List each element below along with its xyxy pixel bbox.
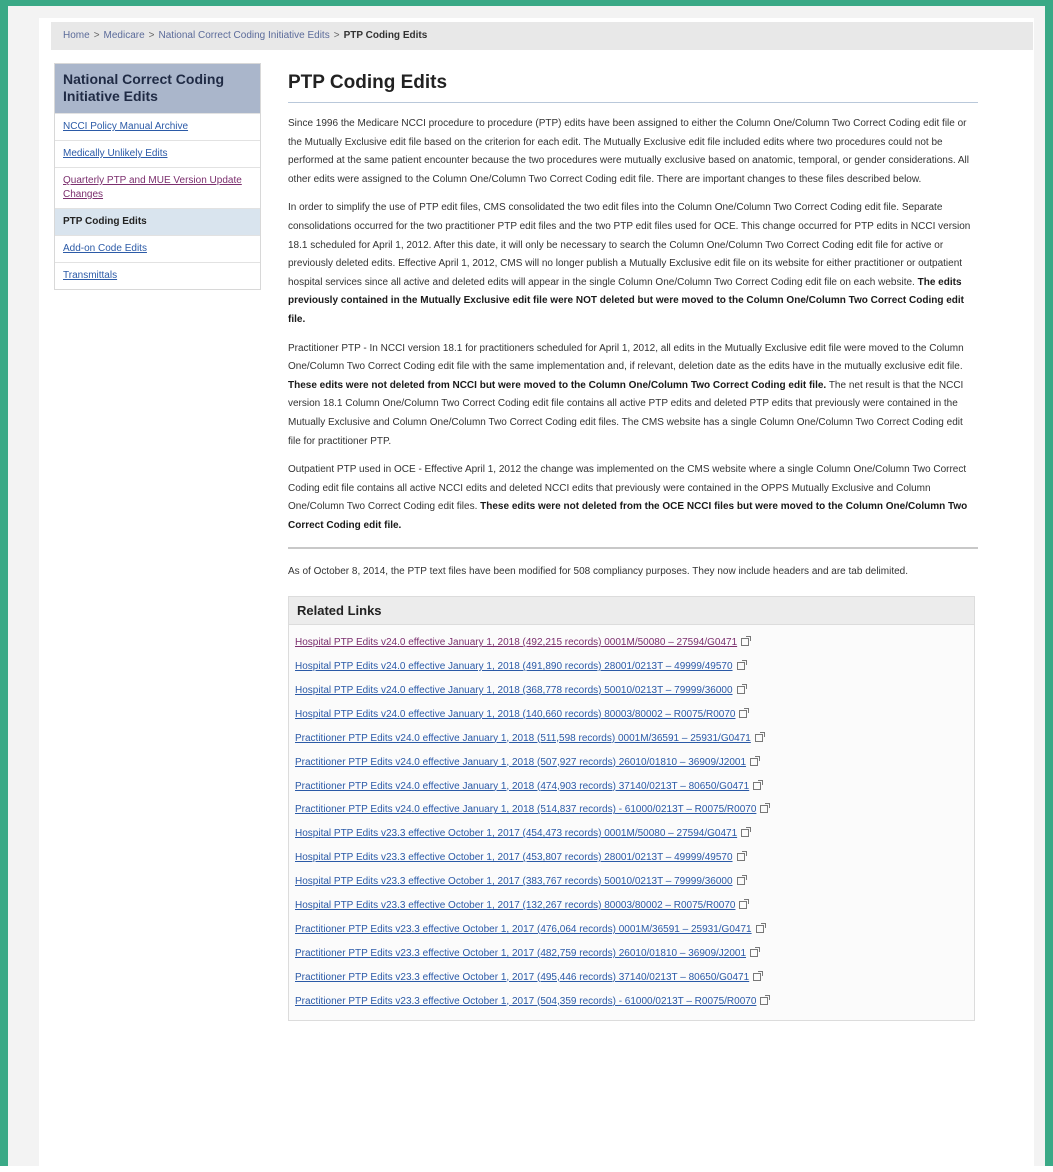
- sidebar-item-medically-unlikely-edits[interactable]: Medically Unlikely Edits: [55, 140, 260, 167]
- related-link[interactable]: Practitioner PTP Edits v23.3 effective O…: [295, 948, 746, 959]
- external-link-icon: [753, 779, 764, 790]
- related-link-item: Hospital PTP Edits v23.3 effective Octob…: [295, 870, 974, 894]
- breadcrumb-separator: >: [333, 30, 340, 41]
- related-link-item: Hospital PTP Edits v24.0 effective Janua…: [295, 631, 974, 655]
- sidebar-item-label: PTP Coding Edits: [63, 216, 147, 227]
- related-link[interactable]: Practitioner PTP Edits v24.0 effective J…: [295, 733, 751, 744]
- related-link-item: Hospital PTP Edits v24.0 effective Janua…: [295, 655, 974, 679]
- external-link-icon: [741, 827, 752, 838]
- external-link-icon: [750, 946, 761, 957]
- external-link-icon: [750, 755, 761, 766]
- sidebar-item-ptp-coding-edits[interactable]: PTP Coding Edits: [55, 208, 260, 235]
- related-links-list: Hospital PTP Edits v24.0 effective Janua…: [289, 625, 974, 1020]
- sidebar-item-label[interactable]: NCCI Policy Manual Archive: [63, 121, 188, 132]
- breadcrumb-separator: >: [93, 30, 100, 41]
- related-link[interactable]: Hospital PTP Edits v24.0 effective Janua…: [295, 637, 737, 648]
- related-links-panel: Related Links Hospital PTP Edits v24.0 e…: [288, 596, 975, 1021]
- breadcrumb-current: PTP Coding Edits: [343, 30, 428, 41]
- consolidation-text: In order to simplify the use of PTP edit…: [288, 202, 971, 288]
- compliancy-paragraph: As of October 8, 2014, the PTP text file…: [288, 566, 908, 578]
- sidebar-item-policy-manual-archive[interactable]: NCCI Policy Manual Archive: [55, 113, 260, 140]
- related-link[interactable]: Practitioner PTP Edits v23.3 effective O…: [295, 972, 749, 983]
- external-link-icon: [736, 683, 747, 694]
- related-link-item: Practitioner PTP Edits v23.3 effective O…: [295, 990, 974, 1014]
- section-divider: [288, 547, 978, 550]
- related-link-item: Hospital PTP Edits v24.0 effective Janua…: [295, 679, 974, 703]
- external-link-icon: [760, 994, 771, 1005]
- related-link[interactable]: Practitioner PTP Edits v24.0 effective J…: [295, 804, 756, 815]
- related-link-item: Practitioner PTP Edits v23.3 effective O…: [295, 918, 974, 942]
- related-link-item: Hospital PTP Edits v24.0 effective Janua…: [295, 703, 974, 727]
- sidebar-item-label[interactable]: Add-on Code Edits: [63, 243, 147, 254]
- external-link-icon: [741, 636, 752, 647]
- related-link-item: Practitioner PTP Edits v24.0 effective J…: [295, 775, 974, 799]
- related-link[interactable]: Hospital PTP Edits v23.3 effective Octob…: [295, 876, 733, 887]
- sidebar-nav: National Correct Coding Initiative Edits…: [54, 63, 261, 290]
- sidebar-item-add-on-code-edits[interactable]: Add-on Code Edits: [55, 235, 260, 262]
- app-frame: Home > Medicare > National Correct Coding In…: [0, 0, 1053, 1172]
- external-link-icon: [736, 875, 747, 886]
- intro-paragraph: Since 1996 the Medicare NCCI procedure t…: [288, 118, 969, 185]
- sidebar-heading: National Correct Coding Initiative Edits: [55, 64, 260, 113]
- sidebar-item-label[interactable]: Medically Unlikely Edits: [63, 148, 167, 159]
- external-link-icon: [739, 707, 750, 718]
- related-link[interactable]: Hospital PTP Edits v24.0 effective Janua…: [295, 685, 733, 696]
- external-link-icon: [754, 731, 765, 742]
- external-link-icon: [755, 922, 766, 933]
- external-link-icon: [753, 970, 764, 981]
- related-link[interactable]: Hospital PTP Edits v23.3 effective Octob…: [295, 900, 735, 911]
- related-link[interactable]: Practitioner PTP Edits v24.0 effective J…: [295, 781, 749, 792]
- related-link[interactable]: Hospital PTP Edits v23.3 effective Octob…: [295, 852, 733, 863]
- sidebar-item-label[interactable]: Quarterly PTP and MUE Version Update Cha…: [63, 175, 242, 200]
- related-link[interactable]: Hospital PTP Edits v23.3 effective Octob…: [295, 828, 737, 839]
- breadcrumb-home-link[interactable]: Home: [63, 30, 90, 41]
- related-link[interactable]: Practitioner PTP Edits v23.3 effective O…: [295, 996, 756, 1007]
- breadcrumb-medicare-link[interactable]: Medicare: [104, 30, 145, 41]
- related-link[interactable]: Practitioner PTP Edits v24.0 effective J…: [295, 757, 746, 768]
- related-link-item: Practitioner PTP Edits v24.0 effective J…: [295, 751, 974, 775]
- page-title: PTP Coding Edits: [288, 72, 978, 103]
- related-link-item: Practitioner PTP Edits v23.3 effective O…: [295, 942, 974, 966]
- practitioner-paragraph: Practitioner PTP - In NCCI version 18.1 …: [288, 340, 978, 452]
- related-link[interactable]: Hospital PTP Edits v24.0 effective Janua…: [295, 661, 733, 672]
- sidebar-item-label[interactable]: Transmittals: [63, 270, 117, 281]
- external-link-icon: [739, 899, 750, 910]
- related-link-item: Practitioner PTP Edits v23.3 effective O…: [295, 966, 974, 990]
- practitioner-text: Practitioner PTP - In NCCI version 18.1 …: [288, 342, 964, 373]
- related-link[interactable]: Hospital PTP Edits v24.0 effective Janua…: [295, 709, 735, 720]
- related-link-item: Hospital PTP Edits v23.3 effective Octob…: [295, 894, 974, 918]
- sidebar-item-transmittals[interactable]: Transmittals: [55, 262, 260, 289]
- external-link-icon: [736, 659, 747, 670]
- sidebar-item-quarterly-update-changes[interactable]: Quarterly PTP and MUE Version Update Cha…: [55, 167, 260, 208]
- related-link[interactable]: Practitioner PTP Edits v23.3 effective O…: [295, 924, 752, 935]
- related-links-heading: Related Links: [289, 597, 974, 626]
- related-link-item: Practitioner PTP Edits v24.0 effective J…: [295, 798, 974, 822]
- breadcrumb-ncci-link[interactable]: National Correct Coding Initiative Edits: [159, 30, 330, 41]
- external-link-icon: [760, 803, 771, 814]
- related-link-item: Hospital PTP Edits v23.3 effective Octob…: [295, 822, 974, 846]
- related-link-item: Hospital PTP Edits v23.3 effective Octob…: [295, 846, 974, 870]
- external-link-icon: [736, 851, 747, 862]
- outpatient-paragraph: Outpatient PTP used in OCE - Effective A…: [288, 461, 978, 535]
- main-content: PTP Coding Edits Since 1996 the Medicare…: [288, 66, 978, 1021]
- breadcrumb-separator: >: [148, 30, 155, 41]
- breadcrumb: Home > Medicare > National Correct Coding In…: [51, 22, 1033, 50]
- consolidation-paragraph: In order to simplify the use of PTP edit…: [288, 199, 978, 329]
- page-content: Home > Medicare > National Correct Coding In…: [39, 18, 1034, 1172]
- practitioner-bold-text: These edits were not deleted from NCCI b…: [288, 379, 827, 391]
- related-link-item: Practitioner PTP Edits v24.0 effective J…: [295, 727, 974, 751]
